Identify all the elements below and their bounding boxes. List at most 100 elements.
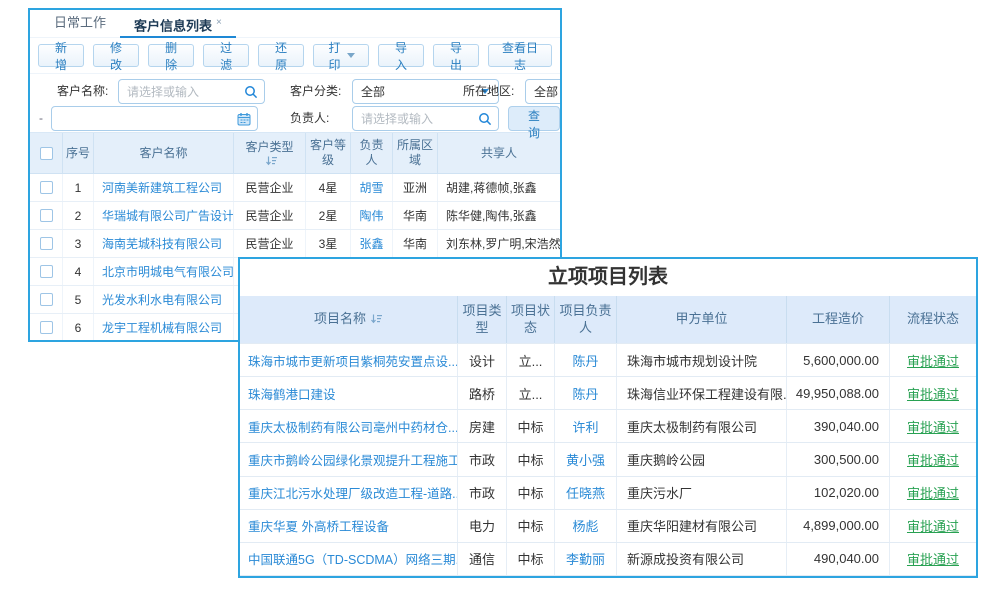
project-table-header: 项目名称 项目类型 项目状态 项目负责人 甲方单位 工程造价 流程状态 <box>240 296 976 344</box>
customer-name-link[interactable]: 海南芜城科技有限公司 <box>102 235 222 252</box>
customer-region: 亚洲 <box>393 174 438 201</box>
owner-link[interactable]: 黄小强 <box>566 450 605 469</box>
export-button[interactable]: 导出 <box>433 44 479 67</box>
flow-status-link[interactable]: 审批通过 <box>907 450 959 469</box>
table-row[interactable]: 中国联通5G（TD-SCDMA）网络三期... 通信 中标 李勤丽 新源成投资有… <box>240 543 976 576</box>
shared-users: 陈华健,陶伟,张鑫 <box>438 202 560 229</box>
project-name-link[interactable]: 珠海市城市更新项目紫桐苑安置点设... <box>248 351 458 370</box>
owner-link[interactable]: 胡雪 <box>359 179 383 196</box>
table-row[interactable]: 1 河南美新建筑工程公司 民营企业 4星 胡雪 亚洲 胡建,蒋德帧,张鑫 <box>30 174 560 202</box>
customer-name-link[interactable]: 北京市明城电气有限公司 <box>102 263 234 280</box>
customer-name-link[interactable]: 河南美新建筑工程公司 <box>102 179 222 196</box>
sort-icon[interactable] <box>265 155 278 167</box>
flow-status-link[interactable]: 审批通过 <box>907 549 959 568</box>
project-name-link[interactable]: 重庆市鹅岭公园绿化景观提升工程施工 <box>248 450 458 469</box>
column-header-shared: 共享人 <box>438 133 560 173</box>
calendar-icon[interactable] <box>237 112 251 126</box>
owner-link[interactable]: 任晓燕 <box>566 483 605 502</box>
column-header-project-owner: 项目负责人 <box>555 296 617 343</box>
search-icon[interactable] <box>478 112 492 126</box>
row-checkbox[interactable] <box>40 237 53 250</box>
project-name-link[interactable]: 重庆太极制药有限公司亳州中药材仓... <box>248 417 458 436</box>
owner-link[interactable]: 陈丹 <box>572 384 598 403</box>
project-cost: 5,600,000.00 <box>787 344 890 376</box>
table-row[interactable]: 重庆江北污水处理厂级改造工程-道路... 市政 中标 任晓燕 重庆污水厂 102… <box>240 477 976 510</box>
owner-input[interactable] <box>353 107 478 130</box>
column-header-project-type: 项目类型 <box>458 296 507 343</box>
row-checkbox[interactable] <box>40 321 53 334</box>
flow-status-link[interactable]: 审批通过 <box>907 417 959 436</box>
customer-region: 华南 <box>393 202 438 229</box>
edit-button[interactable]: 修改 <box>93 44 139 67</box>
table-row[interactable]: 3 海南芜城科技有限公司 民营企业 3星 张鑫 华南 刘东林,罗广明,宋浩然,张… <box>30 230 560 258</box>
search-icon[interactable] <box>244 85 258 99</box>
row-checkbox[interactable] <box>40 265 53 278</box>
region-select[interactable]: 全部 <box>525 79 562 104</box>
row-checkbox[interactable] <box>40 209 53 222</box>
project-cost: 102,020.00 <box>787 477 890 509</box>
flow-status-link[interactable]: 审批通过 <box>907 384 959 403</box>
customer-name-input[interactable] <box>119 80 244 103</box>
column-header-project-name[interactable]: 项目名称 <box>240 296 458 343</box>
customer-name-link[interactable]: 光发水利水电有限公司 <box>102 291 222 308</box>
select-all-checkbox[interactable] <box>40 147 53 160</box>
flow-status-link[interactable]: 审批通过 <box>907 516 959 535</box>
tab-customer-list[interactable]: 客户信息列表× <box>120 10 236 38</box>
table-row[interactable]: 2 华瑞城有限公司广告设计部 民营企业 2星 陶伟 华南 陈华健,陶伟,张鑫 <box>30 202 560 230</box>
owner-link[interactable]: 许利 <box>572 417 598 436</box>
owner-link[interactable]: 陈丹 <box>572 351 598 370</box>
table-row[interactable]: 珠海鹤港口建设 路桥 立... 陈丹 珠海信业环保工程建设有限... 49,95… <box>240 377 976 410</box>
tab-close-icon[interactable]: × <box>216 17 222 28</box>
project-name-link[interactable]: 重庆华夏 外高桥工程设备 <box>248 516 389 535</box>
column-header-customer-level: 客户等级 <box>306 133 351 173</box>
table-row[interactable]: 重庆市鹅岭公园绿化景观提升工程施工 市政 中标 黄小强 重庆鹅岭公园 300,5… <box>240 443 976 476</box>
table-row[interactable]: 重庆太极制药有限公司亳州中药材仓... 房建 中标 许利 重庆太极制药有限公司 … <box>240 410 976 443</box>
sort-icon[interactable] <box>370 313 383 325</box>
owner-link[interactable]: 杨彪 <box>572 516 598 535</box>
customer-name-input-box <box>118 79 265 104</box>
project-type: 市政 <box>458 477 507 509</box>
query-button[interactable]: 查询 <box>508 106 560 131</box>
view-log-button[interactable]: 查看日志 <box>488 44 552 67</box>
filter-area: 客户名称: 客户分类: 全部 所在地区: 全部 - <box>30 74 560 132</box>
customer-name-link[interactable]: 华瑞城有限公司广告设计部 <box>102 207 234 224</box>
restore-button[interactable]: 还原 <box>258 44 304 67</box>
row-checkbox[interactable] <box>40 293 53 306</box>
client-name: 重庆污水厂 <box>617 477 787 509</box>
column-header-cost: 工程造价 <box>787 296 890 343</box>
owner-input-box <box>352 106 499 131</box>
project-type: 通信 <box>458 543 507 575</box>
column-header-label: 项目名称 <box>314 311 366 328</box>
project-name-link[interactable]: 珠海鹤港口建设 <box>248 384 336 403</box>
project-status: 立... <box>507 344 555 376</box>
row-no: 1 <box>63 174 94 201</box>
flow-status-link[interactable]: 审批通过 <box>907 351 959 370</box>
add-button[interactable]: 新增 <box>38 44 84 67</box>
owner-label: 负责人: <box>290 106 329 131</box>
print-button[interactable]: 打印 <box>313 44 369 67</box>
table-row[interactable]: 珠海市城市更新项目紫桐苑安置点设... 设计 立... 陈丹 珠海市城市规划设计… <box>240 344 976 377</box>
customer-type: 民营企业 <box>234 230 306 257</box>
column-header-customer-type[interactable]: 客户类型 <box>234 133 306 173</box>
project-status: 中标 <box>507 543 555 575</box>
table-row[interactable]: 重庆华夏 外高桥工程设备 电力 中标 杨彪 重庆华阳建材有限公司 4,899,0… <box>240 510 976 543</box>
customer-region: 华南 <box>393 230 438 257</box>
filter-button[interactable]: 过滤 <box>203 44 249 67</box>
column-header-customer-name: 客户名称 <box>94 133 234 173</box>
date-input[interactable] <box>52 107 237 130</box>
column-header-no: 序号 <box>63 133 94 173</box>
flow-status-link[interactable]: 审批通过 <box>907 483 959 502</box>
owner-link[interactable]: 张鑫 <box>359 235 383 252</box>
owner-link[interactable]: 陶伟 <box>359 207 383 224</box>
customer-name-label: 客户名称: <box>57 79 108 104</box>
import-button[interactable]: 导入 <box>378 44 424 67</box>
customer-name-link[interactable]: 龙宇工程机械有限公司 <box>102 319 222 336</box>
delete-button[interactable]: 删除 <box>148 44 194 67</box>
project-cost: 4,899,000.00 <box>787 510 890 542</box>
project-name-link[interactable]: 重庆江北污水处理厂级改造工程-道路... <box>248 483 458 502</box>
row-checkbox[interactable] <box>40 181 53 194</box>
tab-daily-work[interactable]: 日常工作 <box>40 10 120 38</box>
owner-link[interactable]: 李勤丽 <box>566 549 605 568</box>
column-header-label: 客户类型 <box>245 140 293 155</box>
project-name-link[interactable]: 中国联通5G（TD-SCDMA）网络三期... <box>248 549 458 568</box>
